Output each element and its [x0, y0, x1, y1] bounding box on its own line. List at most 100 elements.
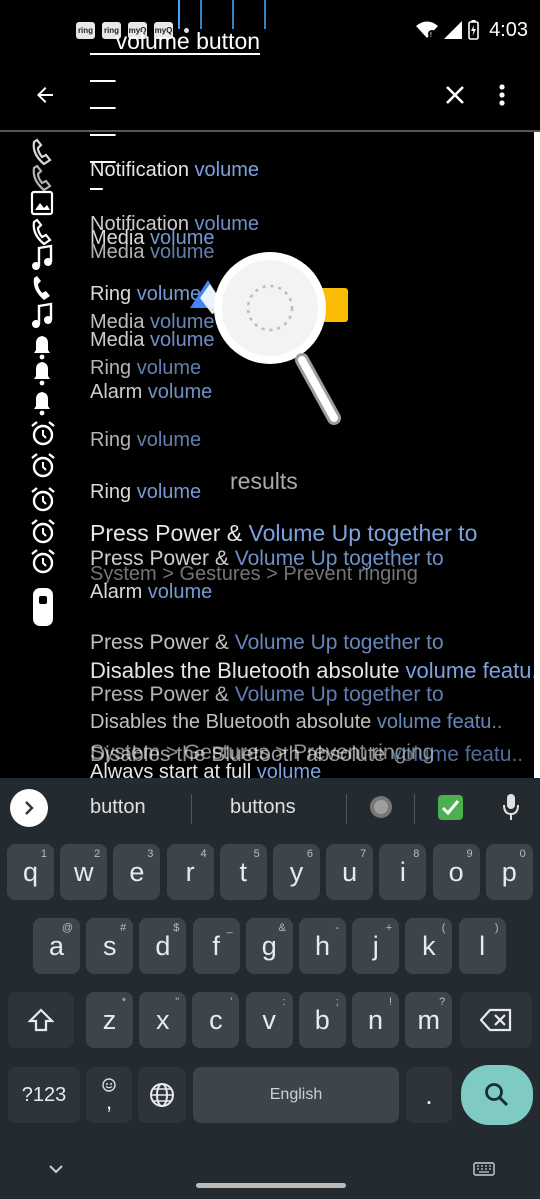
key-hint: "	[175, 996, 180, 1008]
language-key[interactable]	[138, 1067, 186, 1123]
result-highlight: volume	[136, 429, 202, 451]
key-hint: -	[335, 922, 339, 934]
result-text: Ring	[90, 283, 137, 305]
letter-key[interactable]: x "	[139, 992, 187, 1048]
letter-key[interactable]: k(	[405, 918, 453, 974]
suggestion-divider	[191, 794, 192, 824]
result-text: Media	[90, 329, 151, 351]
period-key[interactable]: .	[406, 1067, 452, 1123]
result-icons-column	[30, 132, 64, 778]
suggestion-word[interactable]: buttons	[230, 796, 296, 819]
key-letter: k	[422, 930, 436, 961]
ghosted-result-line: Ring volume	[90, 430, 201, 450]
letter-key[interactable]: t5	[219, 844, 267, 900]
record-emoji-icon[interactable]	[369, 795, 393, 819]
shift-key[interactable]	[8, 992, 74, 1048]
result-highlight: Volume Up together to	[248, 520, 478, 546]
overflow-menu-button[interactable]	[482, 72, 522, 118]
letter-key[interactable]: w2	[60, 844, 108, 900]
bell-icon	[34, 362, 50, 386]
key-letter: y	[289, 856, 304, 887]
key-letter: p	[501, 856, 517, 887]
backspace-icon	[480, 1008, 512, 1032]
letter-key[interactable]: s #	[86, 918, 134, 974]
alarm-clock-icon	[31, 453, 55, 478]
letter-key[interactable]: r4	[166, 844, 214, 900]
no-results-illustration	[186, 248, 356, 428]
suggestion-strip: button buttons	[0, 778, 540, 836]
search-enter-key[interactable]	[461, 1065, 533, 1125]
back-button[interactable]	[0, 60, 90, 130]
letter-key[interactable]: j +	[352, 918, 400, 974]
letter-key[interactable]: l)	[458, 918, 506, 974]
letter-key[interactable]: c '	[192, 992, 240, 1048]
key-letter: z	[102, 1004, 117, 1035]
status-time: 4:03	[489, 18, 528, 41]
letter-key[interactable]: h-	[299, 918, 346, 974]
key-letter: i	[399, 856, 406, 887]
result-text: Press Power &	[90, 520, 249, 546]
more-vert-icon	[499, 84, 505, 106]
result-highlight: volume	[136, 481, 202, 503]
symbols-key[interactable]: ?123	[8, 1067, 80, 1123]
key-hint: 0	[519, 848, 526, 860]
home-gesture-pill[interactable]	[196, 1183, 346, 1188]
backspace-key[interactable]	[460, 992, 532, 1048]
key-letter: h	[314, 930, 331, 961]
suggestion-word[interactable]: button	[90, 796, 146, 819]
letter-key[interactable]: n!	[352, 992, 399, 1048]
letter-key[interactable]: b;	[298, 992, 346, 1048]
keyboard: button buttons q1w2e3r4t5y6u7i8o9p0 a @ s #…	[0, 778, 540, 1199]
key-hint: 3	[147, 848, 154, 860]
ghosted-result-line: Press Power & Volume Up together to	[90, 522, 477, 545]
key-hint: '	[230, 996, 233, 1008]
close-icon	[446, 86, 464, 104]
text-caret	[178, 0, 180, 29]
alarm-clock-icon	[31, 421, 55, 446]
comma-label: ,	[105, 1089, 113, 1115]
clear-search-button[interactable]	[432, 72, 478, 118]
letter-key[interactable]: e3	[113, 844, 161, 900]
space-key[interactable]: English	[193, 1067, 399, 1123]
check-mark-emoji-icon[interactable]	[438, 795, 463, 820]
alarm-clock-icon	[31, 519, 55, 544]
letter-key[interactable]: a @	[33, 918, 80, 974]
key-hint: 6	[306, 848, 313, 860]
globe-icon	[150, 1083, 174, 1107]
wifi-icon: !	[416, 21, 439, 39]
letter-key[interactable]: u7	[326, 844, 374, 900]
letter-key[interactable]: p0	[485, 844, 533, 900]
letter-key[interactable]: q1	[7, 844, 54, 900]
microphone-icon[interactable]	[503, 793, 519, 821]
letter-key[interactable]: y6	[273, 844, 320, 900]
key-letter: f	[212, 930, 220, 961]
signal-icon	[444, 21, 463, 39]
key-hint: +	[385, 922, 393, 934]
ghosted-result-line: Alarm volume	[90, 582, 212, 602]
music-note-icon	[32, 302, 53, 328]
letter-key[interactable]: m?	[405, 992, 453, 1048]
keyboard-switch-icon[interactable]	[473, 1162, 495, 1176]
emoji-comma-key[interactable]: ,	[86, 1067, 132, 1123]
letter-key[interactable]: o9	[432, 844, 480, 900]
expand-toolbar-button[interactable]	[10, 789, 48, 827]
letter-key[interactable]: i8	[379, 844, 427, 900]
bell-icon	[34, 336, 50, 360]
key-letter: g	[261, 930, 277, 961]
result-text: Ring	[90, 429, 137, 451]
ghosted-result-line: System > Gestures > Prevent ringing	[90, 564, 418, 584]
letter-key[interactable]: f _	[192, 918, 240, 974]
chevron-down-icon[interactable]	[48, 1164, 64, 1174]
key-letter: a	[48, 930, 65, 961]
music-note-icon	[32, 244, 53, 270]
ghosted-result-line: Notification volume	[90, 160, 259, 180]
scrollbar[interactable]	[534, 132, 540, 778]
letter-key[interactable]: g &	[245, 918, 293, 974]
letter-key[interactable]: d $	[139, 918, 187, 974]
letter-key[interactable]: v:	[245, 992, 293, 1048]
letter-key[interactable]: z *	[86, 992, 133, 1048]
battery-charging-icon	[468, 20, 479, 40]
ghosted-result-line: Disables the Bluetooth absolute volume f…	[90, 744, 523, 765]
key-letter: q	[22, 856, 39, 887]
alarm-clock-icon	[31, 549, 55, 574]
